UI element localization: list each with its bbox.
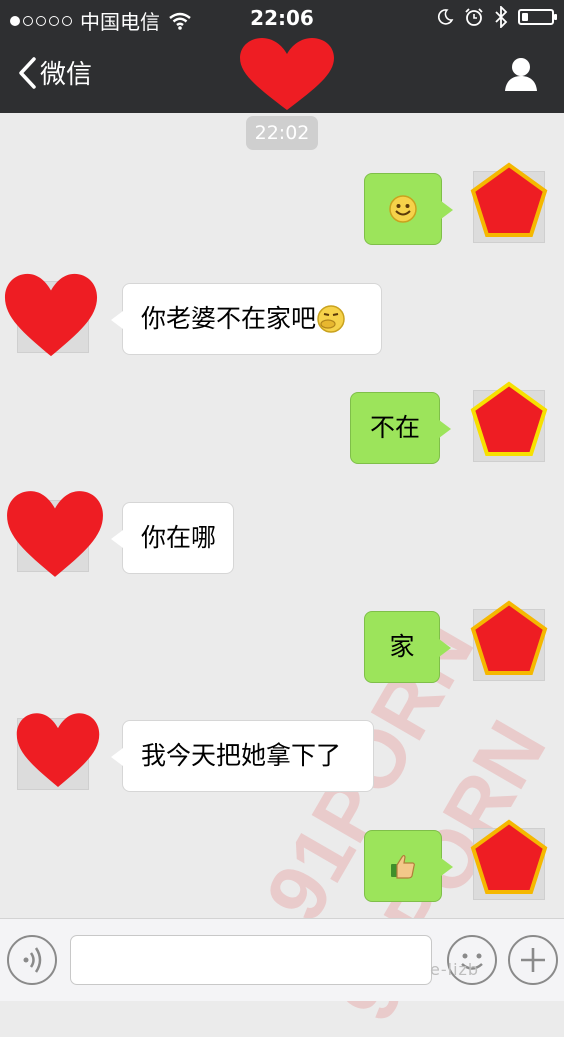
message-bubble[interactable]: 我今天把她拿下了 — [111, 720, 374, 792]
status-right — [436, 6, 557, 28]
voice-icon — [23, 947, 42, 973]
contact-avatar[interactable] — [4, 273, 98, 357]
message-text: 家 — [389, 632, 415, 661]
pentagon-icon — [470, 819, 548, 894]
message-bubble[interactable] — [364, 173, 453, 245]
battery-icon — [518, 9, 557, 25]
message-text: 你老婆不在家吧 — [141, 304, 317, 333]
moon-icon — [437, 9, 454, 25]
pentagon-icon — [470, 600, 548, 675]
back-label: 微信 — [40, 60, 93, 90]
contact-avatar[interactable] — [16, 713, 100, 790]
heart-avatar-icon — [7, 491, 103, 577]
contact-avatar[interactable] — [7, 491, 103, 577]
pentagon-icon — [470, 381, 548, 456]
site-tag: e-lizb — [430, 960, 480, 979]
message-bubble[interactable]: 你在哪 — [111, 502, 234, 574]
person-icon[interactable] — [504, 56, 538, 92]
input-bar — [0, 918, 564, 1001]
chevron-left-icon — [19, 56, 36, 89]
message-bubble[interactable]: 家 — [364, 611, 451, 683]
message-bubble[interactable]: 你老婆不在家吧 — [111, 283, 382, 355]
message-text: 我今天把她拿下了 — [141, 741, 342, 770]
chat-timestamp: 22:02 — [246, 116, 318, 150]
thinking-emoji — [317, 305, 345, 333]
bluetooth-icon — [495, 6, 508, 28]
my-avatar[interactable] — [470, 162, 548, 243]
nav-bar: 微信 — [0, 36, 564, 113]
my-avatar[interactable] — [470, 600, 548, 681]
alarm-icon — [465, 8, 483, 26]
my-avatar[interactable] — [470, 381, 548, 462]
message-input[interactable] — [70, 935, 432, 985]
voice-button[interactable] — [7, 935, 57, 985]
plus-button[interactable] — [508, 935, 558, 985]
heart-avatar-icon — [16, 713, 100, 787]
heart-avatar-icon — [4, 273, 98, 357]
message-text: 你在哪 — [141, 523, 217, 552]
my-avatar[interactable] — [470, 819, 548, 900]
message-bubble[interactable]: 不在 — [350, 392, 451, 464]
smile-emoji — [389, 195, 417, 223]
heart-icon — [240, 38, 334, 110]
plus-icon — [521, 948, 545, 972]
back-button[interactable]: 微信 — [16, 54, 92, 91]
battery-level — [522, 13, 528, 21]
thumbs-up-emoji — [391, 854, 415, 879]
message-bubble[interactable] — [364, 830, 453, 902]
status-bar: 中国电信 22:06 — [0, 0, 564, 36]
pentagon-icon — [470, 162, 548, 237]
message-text: 不在 — [369, 413, 420, 442]
